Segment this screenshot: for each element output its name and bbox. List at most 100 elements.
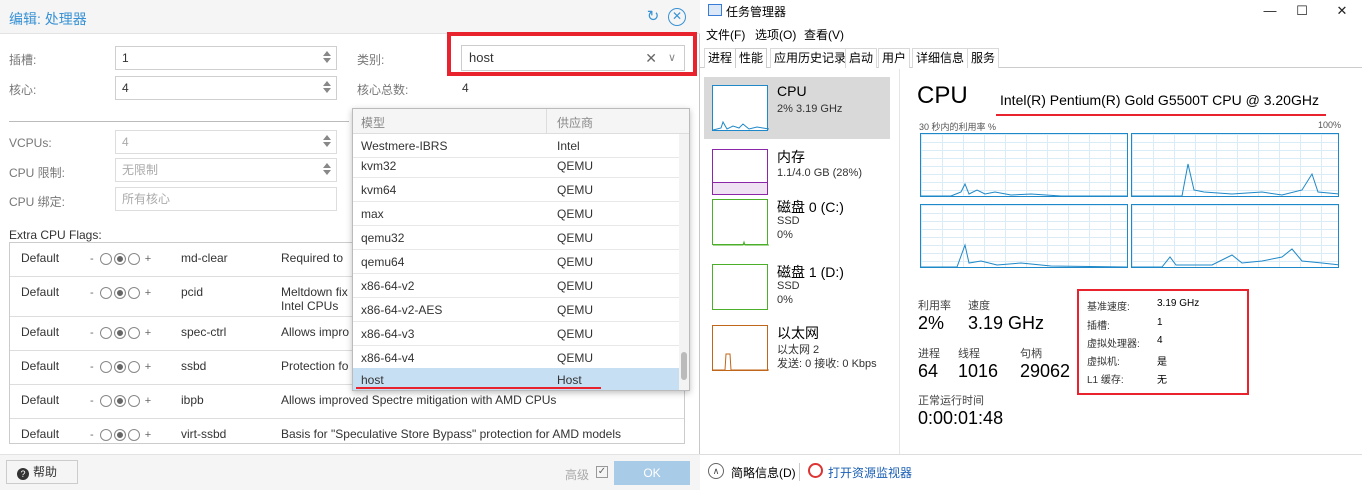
sidebar-ethernet-throughput: 发送: 0 接收: 0 Kbps (777, 358, 877, 370)
sidebar-ethernet-name: 以太网 (777, 325, 819, 341)
flags-label: Extra CPU Flags: (9, 228, 102, 242)
sidebar-item-disk1[interactable]: 磁盘 1 (D:) SSD 0% (704, 256, 890, 318)
menu-view[interactable]: 查看(V) (804, 26, 844, 43)
scrollbar-thumb[interactable] (681, 352, 687, 380)
speed-label: 速度 (968, 300, 990, 312)
sidebar-item-disk0[interactable]: 磁盘 0 (C:) SSD 0% (704, 191, 890, 253)
tab-startup[interactable]: 启动 (845, 48, 878, 68)
flag-tristate-toggle[interactable]: - + (90, 287, 152, 300)
dropdown-scrollbar[interactable] (679, 134, 689, 390)
advanced-checkbox[interactable]: ✓ (596, 466, 608, 478)
vcpus-spinner-icon[interactable] (322, 133, 332, 151)
chevron-up-icon[interactable]: ∧ (708, 463, 724, 479)
sidebar-cpu-usage: 2% 3.19 GHz (777, 103, 843, 115)
close-icon[interactable]: ✕ (1327, 2, 1357, 20)
cores-spinner-icon[interactable] (322, 79, 332, 97)
dialog-title: 编辑: 处理器 (9, 11, 87, 27)
spec-value: 4 (1157, 335, 1163, 346)
open-resource-monitor-link[interactable]: 打开资源监视器 (828, 464, 912, 481)
dropdown-option[interactable]: x86-64-v2 QEMU (353, 274, 679, 298)
dropdown-option[interactable]: x86-64-v3 QEMU (353, 322, 679, 346)
dialog-titlebar: 编辑: 处理器 ↻ ✕ (0, 0, 700, 34)
tab-services[interactable]: 服务 (967, 48, 1000, 68)
cpulimit-input[interactable]: 无限制 (115, 158, 337, 182)
highlight-underline (996, 114, 1326, 116)
section-divider (9, 121, 349, 122)
resource-monitor-icon[interactable] (808, 463, 823, 478)
tab-app-history[interactable]: 应用历史记录 (770, 48, 851, 68)
tm-footer: ∧ 简略信息(D) 打开资源监视器 (700, 454, 1362, 490)
tab-users[interactable]: 用户 (878, 48, 911, 68)
total-cores-label: 核心总数: (357, 83, 409, 97)
cpulimit-placeholder: 无限制 (122, 163, 159, 177)
flag-state: Default (21, 325, 60, 339)
sidebar-item-ethernet[interactable]: 以太网 以太网 2 发送: 0 接收: 0 Kbps (704, 317, 890, 379)
cores-input[interactable]: 4 (115, 76, 337, 100)
spec-label: 插槽: (1087, 321, 1110, 332)
pve-cpu-dialog: 编辑: 处理器 ↻ ✕ 插槽: 1 核心: 4 类别: host ✕ ∨ 核心总… (0, 0, 700, 490)
dropdown-option[interactable]: x86-64-v2-AES QEMU (353, 298, 679, 322)
fewer-details-link[interactable]: 简略信息(D) (731, 464, 796, 481)
ok-button[interactable]: OK (614, 461, 690, 485)
cpuaffinity-placeholder: 所有核心 (122, 192, 171, 206)
flag-tristate-toggle[interactable]: - + (90, 395, 152, 408)
help-button[interactable]: ? 帮助 (6, 460, 78, 484)
tm-tabs: 进程 性能 应用历史记录 启动 用户 详细信息 服务 (700, 46, 1362, 68)
reset-icon[interactable]: ↻ (644, 8, 662, 26)
vcpus-input[interactable]: 4 (115, 130, 337, 154)
spec-value: 是 (1157, 357, 1167, 368)
close-icon[interactable]: ✕ (668, 8, 686, 26)
dialog-footer: ? 帮助 高级 ✓ OK (0, 454, 700, 490)
cpuaffinity-input[interactable]: 所有核心 (115, 187, 337, 211)
dropdown-option[interactable]: kvm32 QEMU (353, 154, 679, 178)
flag-tristate-toggle[interactable]: - + (90, 429, 152, 442)
sockets-spinner-icon[interactable] (322, 49, 332, 67)
spec-label: 虚拟处理器: (1087, 339, 1140, 350)
menu-file[interactable]: 文件(F) (706, 26, 745, 43)
flag-tristate-toggle[interactable]: - + (90, 253, 152, 266)
spec-label: L1 缓存: (1087, 375, 1124, 386)
handles-value: 29062 (1020, 361, 1071, 381)
maximize-icon[interactable]: ☐ (1287, 2, 1317, 20)
flag-tristate-toggle[interactable]: - + (90, 327, 152, 340)
col-model[interactable]: 模型 (361, 114, 385, 131)
sockets-input[interactable]: 1 (115, 46, 337, 70)
sidebar-item-cpu[interactable]: CPU 2% 3.19 GHz (704, 77, 890, 139)
cpu-core-graph-0 (920, 133, 1128, 197)
task-manager-icon (708, 4, 722, 16)
flag-state: Default (21, 359, 60, 373)
total-cores-value: 4 (462, 81, 469, 95)
flag-desc: Allows improved Spectre mitigation with … (281, 393, 557, 407)
col-vendor[interactable]: 供应商 (557, 114, 593, 131)
cpulimit-spinner-icon[interactable] (322, 161, 332, 179)
spec-label: 虚拟机: (1087, 357, 1120, 368)
perf-sidebar: CPU 2% 3.19 GHz 内存 1.1/4.0 GB (28%) 磁盘 0… (700, 69, 900, 454)
speed-value: 3.19 GHz (968, 313, 1045, 333)
tab-details[interactable]: 详细信息 (912, 48, 969, 68)
flag-state: Default (21, 393, 60, 407)
minimize-icon[interactable]: — (1255, 2, 1285, 20)
dropdown-option[interactable]: x86-64-v4 QEMU (353, 346, 679, 370)
cpu-heading: CPU (917, 82, 968, 109)
cpu-core-graph-3 (1131, 204, 1339, 268)
dropdown-option[interactable]: max QEMU (353, 202, 679, 226)
cpu-type-dropdown: 模型 供应商 Westmere-IBRS Intel kvm32 QEMU kvm6… (352, 108, 690, 391)
footer-divider (799, 463, 800, 481)
spec-label: 基准速度: (1087, 302, 1130, 313)
memory-thumb-graph (712, 149, 768, 195)
tab-processes[interactable]: 进程 (704, 48, 737, 68)
uptime-label: 正常运行时间 (918, 395, 984, 407)
dropdown-option[interactable]: qemu32 QEMU (353, 226, 679, 250)
tab-performance[interactable]: 性能 (735, 48, 768, 68)
threads-label: 线程 (958, 348, 980, 360)
menu-options[interactable]: 选项(O) (755, 26, 796, 43)
sockets-label: 插槽: (9, 53, 37, 67)
dropdown-option[interactable]: kvm64 QEMU (353, 178, 679, 202)
spec-value: 3.19 GHz (1157, 298, 1200, 309)
dropdown-option[interactable]: qemu64 QEMU (353, 250, 679, 274)
vcpus-label: VCPUs: (9, 136, 52, 150)
sidebar-disk0-usage: 0% (777, 229, 793, 241)
sidebar-disk1-usage: 0% (777, 294, 793, 306)
flag-tristate-toggle[interactable]: - + (90, 361, 152, 374)
cores-value: 4 (122, 81, 129, 95)
